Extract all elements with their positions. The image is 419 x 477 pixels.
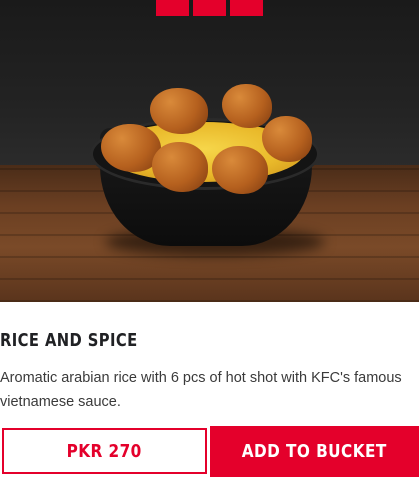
chicken-piece [212,146,268,194]
chicken-piece [152,142,208,192]
price-label: PKR 270 [66,440,143,462]
chicken-piece [262,116,312,162]
chicken-piece [222,84,272,128]
add-to-bucket-label: ADD TO BUCKET [242,441,387,462]
price-box: PKR 270 [2,428,207,474]
brand-stripe-center [193,0,226,16]
product-title: RICE AND SPICE [0,330,138,351]
product-description: Aromatic arabian rice with 6 pcs of hot … [0,370,402,410]
chicken-piece [150,88,208,134]
product-image [0,0,419,302]
brand-stripe-left [156,0,189,16]
brand-stripe-right [230,0,263,16]
add-to-bucket-button[interactable]: ADD TO BUCKET [210,426,419,477]
